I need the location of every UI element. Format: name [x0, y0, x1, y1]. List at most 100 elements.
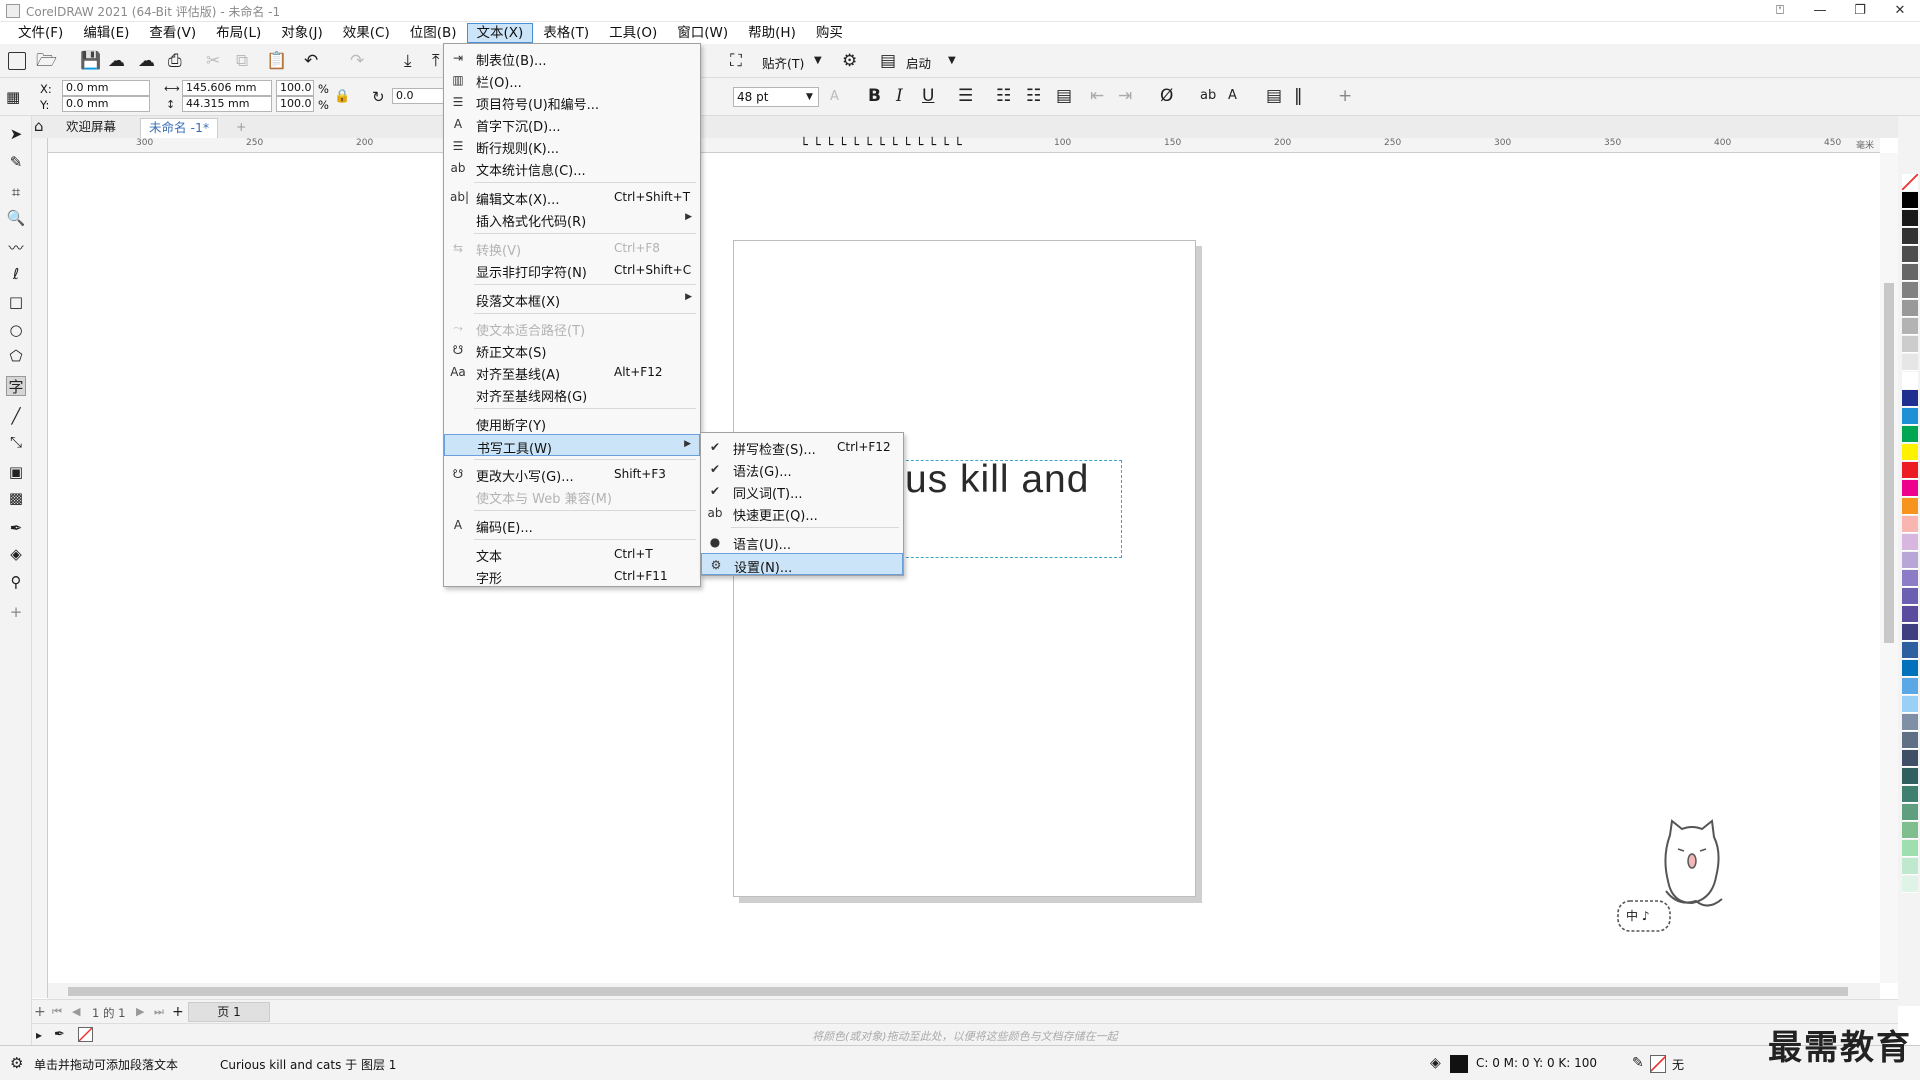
text-menu-item[interactable]: ☋ 更改大小写(G)... Shift+F3: [444, 463, 700, 485]
text-properties-icon[interactable]: ab: [1200, 87, 1216, 105]
text-menu-item[interactable]: ▥ 栏(O)...: [444, 69, 700, 91]
numbered-list-icon[interactable]: ☷: [1026, 87, 1041, 105]
palette-swatch[interactable]: [1902, 768, 1918, 785]
ellipse-tool-icon[interactable]: ○: [6, 320, 26, 340]
text-menu-item[interactable]: 显示非打印字符(N) Ctrl+Shift+C: [444, 259, 700, 281]
writing-tools-item[interactable]: ab 快速更正(Q)...: [701, 502, 903, 524]
palette-swatch[interactable]: [1902, 840, 1918, 857]
text-align-icon[interactable]: ☰: [958, 87, 973, 105]
dimension-tool-icon[interactable]: ╱: [6, 406, 26, 426]
add-page-icon[interactable]: +: [34, 1003, 46, 1021]
palette-swatch[interactable]: [1902, 300, 1918, 317]
writing-tools-item[interactable]: ● 语言(U)...: [701, 531, 903, 553]
curve-tool-icon[interactable]: ℓ: [6, 264, 26, 284]
drop-cap-icon[interactable]: ▤: [1056, 87, 1072, 105]
palette-swatch[interactable]: [1902, 192, 1918, 209]
palette-swatch[interactable]: [1902, 210, 1918, 227]
writing-tools-item[interactable]: ✔ 语法(G)...: [701, 458, 903, 480]
font-scale-icon[interactable]: A: [830, 88, 839, 106]
eyedropper-tool-icon[interactable]: ✒: [6, 518, 26, 538]
last-page-icon[interactable]: ⏭: [154, 1003, 164, 1021]
settings-gear-icon[interactable]: ⚙: [10, 1054, 23, 1072]
connector-tool-icon[interactable]: ⤡: [6, 432, 26, 452]
crop-tool-icon[interactable]: ⌗: [6, 182, 26, 202]
freehand-tool-icon[interactable]: 〰: [6, 238, 26, 258]
palette-swatch[interactable]: [1902, 480, 1918, 497]
close-button[interactable]: ✕: [1880, 0, 1920, 22]
object-origin-icon[interactable]: ▦: [6, 88, 20, 106]
palette-swatch[interactable]: [1902, 372, 1918, 389]
palette-swatch[interactable]: [1902, 534, 1918, 551]
rectangle-tool-icon[interactable]: □: [6, 292, 26, 312]
home-icon[interactable]: ⌂: [34, 117, 44, 135]
palette-swatch[interactable]: [1902, 354, 1918, 371]
underline-button[interactable]: U: [922, 87, 934, 105]
full-screen-preview-icon[interactable]: ⛶: [730, 52, 742, 70]
polygon-tool-icon[interactable]: ⬠: [6, 346, 26, 366]
launch-app-icon[interactable]: ▤: [880, 52, 896, 70]
palette-swatch[interactable]: [1902, 282, 1918, 299]
outline-swatch[interactable]: [1650, 1055, 1666, 1073]
menu-effects[interactable]: 效果(C): [333, 23, 400, 43]
snap-to-dropdown[interactable]: 贴齐(T): [762, 53, 804, 72]
text-menu-item[interactable]: ab| 编辑文本(X)... Ctrl+Shift+T: [444, 186, 700, 208]
help-window-icon[interactable]: ⍞: [1760, 0, 1800, 22]
menu-text[interactable]: 文本(X): [466, 23, 534, 43]
bold-button[interactable]: B: [868, 87, 881, 105]
first-page-icon[interactable]: ⏮: [52, 1003, 62, 1021]
writing-tools-item[interactable]: ✔ 同义词(T)...: [701, 480, 903, 502]
menu-object[interactable]: 对象(J): [271, 23, 333, 43]
transparency-tool-icon[interactable]: ▩: [6, 488, 26, 508]
text-menu-item[interactable]: A 编码(E)...: [444, 514, 700, 536]
palette-swatch[interactable]: [1902, 732, 1918, 749]
menu-table[interactable]: 表格(T): [533, 23, 599, 43]
next-page-icon[interactable]: ▶: [136, 1003, 144, 1021]
indent-decrease-icon[interactable]: ⇤: [1090, 87, 1104, 105]
palette-swatch[interactable]: [1902, 516, 1918, 533]
shape-tool-icon[interactable]: ✎: [6, 152, 26, 172]
fill-color-swatch[interactable]: [1450, 1055, 1468, 1073]
palette-swatch[interactable]: [1902, 318, 1918, 335]
rotation-input[interactable]: 0.0: [392, 88, 444, 104]
copy-icon[interactable]: ⧉: [236, 52, 248, 70]
palette-swatch[interactable]: [1902, 588, 1918, 605]
writing-tools-item[interactable]: ⚙ 设置(N)...: [701, 553, 903, 576]
palette-swatch[interactable]: [1902, 696, 1918, 713]
palette-swatch[interactable]: [1902, 498, 1918, 515]
width-input[interactable]: 145.606 mm: [182, 80, 272, 96]
palette-swatch[interactable]: [1902, 858, 1918, 875]
fill-tool-icon[interactable]: ◈: [6, 544, 26, 564]
horizontal-scrollbar[interactable]: [48, 983, 1880, 999]
text-menu-item[interactable]: Aa 对齐至基线(A) Alt+F12: [444, 361, 700, 383]
minimize-button[interactable]: —: [1800, 0, 1840, 22]
smart-fill-icon[interactable]: ⚲: [6, 572, 26, 592]
add-tool-icon[interactable]: +: [6, 602, 26, 622]
palette-swatch[interactable]: [1902, 444, 1918, 461]
canvas-text[interactable]: us kill and: [905, 458, 1089, 502]
scroll-thumb[interactable]: [68, 987, 1848, 996]
paste-icon[interactable]: 📋: [266, 52, 287, 70]
text-menu-item[interactable]: 插入格式化代码(R) ▶: [444, 208, 700, 230]
undo-icon[interactable]: ↶: [304, 52, 318, 70]
lock-ratio-icon[interactable]: 🔒: [334, 88, 350, 106]
text-menu-item[interactable]: 对齐至基线网格(G): [444, 383, 700, 405]
palette-swatch[interactable]: [1902, 246, 1918, 263]
x-position-input[interactable]: 0.0 mm: [62, 80, 150, 96]
open-folder-icon[interactable]: 🗁: [36, 52, 57, 70]
writing-tools-item[interactable]: ✔ 拼写检查(S)... Ctrl+F12: [701, 436, 903, 458]
palette-swatch[interactable]: [1902, 228, 1918, 245]
palette-swatch[interactable]: [1902, 174, 1918, 191]
y-position-input[interactable]: 0.0 mm: [62, 96, 150, 112]
palette-swatch[interactable]: [1902, 426, 1918, 443]
print-icon[interactable]: ⎙: [168, 52, 182, 70]
palette-swatch[interactable]: [1902, 678, 1918, 695]
palette-swatch[interactable]: [1902, 624, 1918, 641]
palette-swatch[interactable]: [1902, 552, 1918, 569]
text-menu-item[interactable]: ⇥ 制表位(B)...: [444, 47, 700, 69]
text-menu-item[interactable]: ☋ 矫正文本(S): [444, 339, 700, 361]
expand-arrow-icon[interactable]: ▸: [36, 1026, 42, 1044]
palette-swatch[interactable]: [1902, 390, 1918, 407]
menu-tools[interactable]: 工具(O): [599, 23, 667, 43]
palette-swatch[interactable]: [1902, 804, 1918, 821]
palette-swatch[interactable]: [1902, 570, 1918, 587]
